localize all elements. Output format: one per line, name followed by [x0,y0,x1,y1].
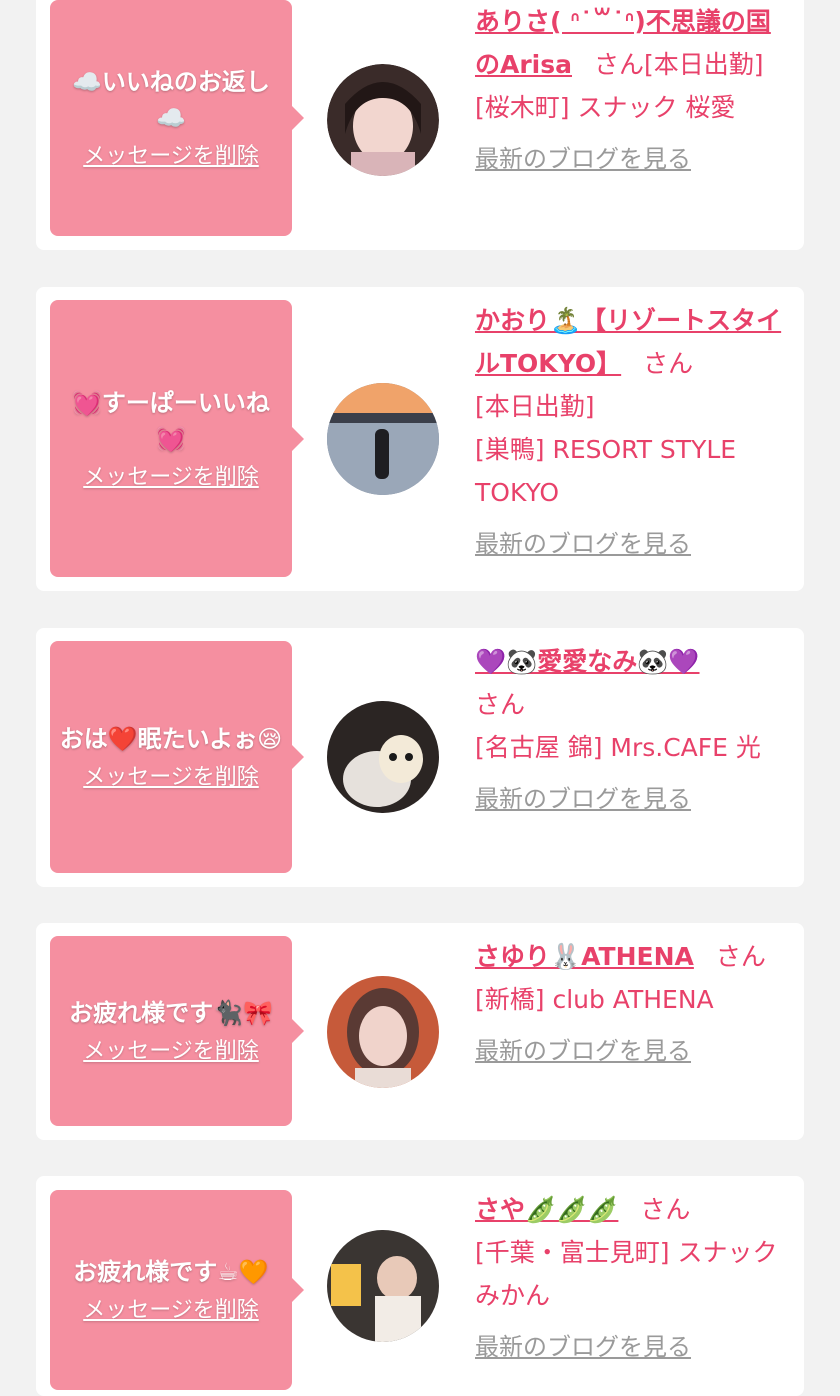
avatar[interactable] [327,383,439,495]
message-bubble: ☁️いいねのお返し☁️ メッセージを削除 [50,0,304,236]
message-card: おは❤️眠たいよぉ😪 メッセージを削除 💜🐼愛愛なみ🐼💜 さん [名古屋 錦] … [36,628,804,887]
message-card: ☁️いいねのお返し☁️ メッセージを削除 ありさ( ᐢ˙꒳˙ᐢ)不思議の国のAr… [36,0,804,250]
message-text: 💓すーぱーいいね💓 [72,388,270,453]
delete-message-link[interactable]: メッセージを削除 [83,1037,259,1067]
delete-message-link[interactable]: メッセージを削除 [83,1296,259,1326]
message-card: お疲れ様です🐈‍⬛🎀 メッセージを削除 さゆり🐰ATHENA さん [新橋] cl… [36,923,804,1140]
work-status: [本日出勤] [475,392,595,421]
user-name-link[interactable]: 💜🐼愛愛なみ🐼💜 [475,647,700,676]
honorific: さん [640,1195,691,1224]
delete-message-link[interactable]: メッセージを削除 [83,142,259,172]
latest-blog-link[interactable]: 最新のブログを見る [475,1035,793,1067]
user-info: ありさ( ᐢ˙꒳˙ᐢ)不思議の国のArisa さん[本日出勤] [桜木町] スナッ… [475,0,793,175]
message-card: 💓すーぱーいいね💓 メッセージを削除 かおり🏝️【リゾートスタイルTOKYO】さ… [36,287,804,591]
honorific: さん [475,690,526,719]
user-info: 💜🐼愛愛なみ🐼💜 さん [名古屋 錦] Mrs.CAFE 光 最新のブログを見る [475,640,793,815]
avatar[interactable] [327,1230,439,1342]
latest-blog-link[interactable]: 最新のブログを見る [475,143,793,175]
message-text: お疲れ様です🐈‍⬛🎀 [69,999,273,1027]
message-text: お疲れ様です☕🧡 [73,1258,269,1286]
shop-label: [千葉・富士見町] スナックみかん [475,1238,778,1310]
shop-label: [桜木町] スナック 桜愛 [475,93,736,122]
user-name-link[interactable]: さや🫛🫛🫛 [475,1195,618,1224]
message-bubble: おは❤️眠たいよぉ😪 メッセージを削除 [50,641,304,873]
shop-label: [巣鴨] RESORT STYLE TOKYO [475,435,737,507]
message-bubble: お疲れ様です☕🧡 メッセージを削除 [50,1190,304,1390]
message-text: おは❤️眠たいよぉ😪 [59,725,283,753]
user-name-link[interactable]: かおり🏝️【リゾートスタイルTOKYO】 [475,306,781,378]
honorific: さん [594,50,645,79]
delete-message-link[interactable]: メッセージを削除 [83,763,259,793]
message-bubble: お疲れ様です🐈‍⬛🎀 メッセージを削除 [50,936,304,1126]
shop-label: [新橋] club ATHENA [475,985,714,1014]
user-name-link[interactable]: さゆり🐰ATHENA [475,942,694,971]
user-info: かおり🏝️【リゾートスタイルTOKYO】 さん [本日出勤] [巣鴨] RESOR… [475,299,793,560]
shop-label: [名古屋 錦] Mrs.CAFE 光 [475,733,761,762]
latest-blog-link[interactable]: 最新のブログを見る [475,783,793,815]
user-info: さゆり🐰ATHENA さん [新橋] club ATHENA 最新のブログを見る [475,935,793,1067]
user-info: さや🫛🫛🫛 さん [千葉・富士見町] スナックみかん 最新のブログを見る [475,1188,793,1363]
delete-message-link[interactable]: メッセージを削除 [83,463,259,493]
honorific: さん [715,942,766,971]
work-status: [本日出勤] [644,50,764,79]
message-card: お疲れ様です☕🧡 メッセージを削除 さや🫛🫛🫛 さん [千葉・富士見町] スナック… [36,1176,804,1396]
latest-blog-link[interactable]: 最新のブログを見る [475,1331,793,1363]
avatar[interactable] [327,64,439,176]
latest-blog-link[interactable]: 最新のブログを見る [475,528,793,560]
honorific: さん [643,349,694,378]
avatar[interactable] [327,701,439,813]
message-bubble: 💓すーぱーいいね💓 メッセージを削除 [50,300,304,577]
message-text: ☁️いいねのお返し☁️ [72,68,270,132]
avatar[interactable] [327,976,439,1088]
